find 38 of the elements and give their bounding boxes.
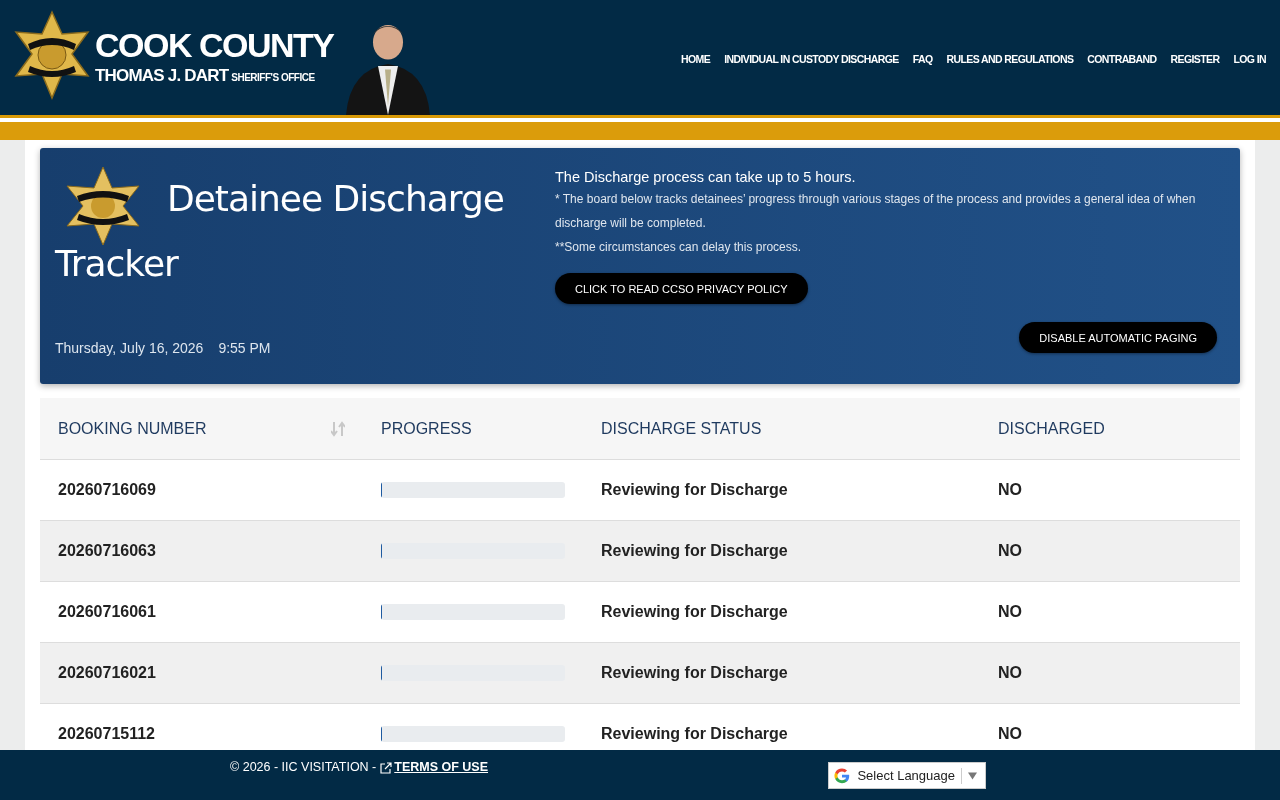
caret-icon (968, 771, 977, 780)
time-text: 9:55 PM (218, 340, 271, 356)
nav-link[interactable]: HOME (681, 52, 711, 65)
table-cell: 20260716069 (40, 459, 363, 521)
external-link-icon (380, 762, 393, 774)
g-logo-icon (833, 766, 852, 785)
language-select[interactable]: Select Language (828, 762, 986, 789)
disable-paging-button[interactable]: DISABLE AUTOMATIC PAGING (1019, 322, 1217, 353)
date-text: Thursday, July 16, 2026 (55, 340, 204, 356)
note-text: **Some circumstances can delay this process. (555, 239, 803, 256)
table-cell: 20260716063 (40, 520, 363, 582)
privacy-policy-button[interactable]: CLICK TO READ CCSO PRIVACY POLICY (555, 273, 808, 304)
page-title: Detainee Discharge Tracker (55, 166, 555, 296)
note-text: * The board below tracks detainees’ progress through various stages of the process and provides a general idea of when discharge will be completed. (555, 191, 1197, 232)
nav-link[interactable]: REGISTER (1170, 52, 1220, 65)
nav-link[interactable]: LOG IN (1233, 52, 1266, 65)
note-text: The Discharge process can take up to 5 hours. (555, 168, 857, 187)
nav-link[interactable]: INDIVIDUAL IN CUSTODY DISCHARGE (724, 52, 899, 65)
sort-icon (331, 420, 345, 437)
nav-link[interactable]: FAQ (912, 52, 933, 65)
logo-subtitle: THOMAS J. DART (95, 64, 229, 87)
table-cell: Reviewing for Discharge (583, 581, 980, 643)
nav-link[interactable]: CONTRABAND (1087, 52, 1157, 65)
terms-link[interactable]: TERMS OF USE (380, 760, 489, 800)
table-cell: 20260716021 (40, 642, 363, 704)
table-cell: Reviewing for Discharge (583, 459, 980, 521)
table-cell: NO (980, 520, 1240, 582)
table-cell: Reviewing for Discharge (583, 642, 980, 704)
table-cell: NO (980, 642, 1240, 704)
table-cell: Reviewing for Discharge (583, 520, 980, 582)
logo-title: COOK COUNTY (95, 24, 334, 65)
table-cell: 20260716061 (40, 581, 363, 643)
star-badge-icon (12, 9, 92, 100)
table-cell: NO (980, 459, 1240, 521)
star-badge-icon (63, 166, 143, 246)
nav-link[interactable]: RULES AND REGULATIONS (946, 52, 1074, 65)
logo-office: SHERIFF'S OFFICE (231, 71, 315, 83)
table-cell: NO (980, 581, 1240, 643)
